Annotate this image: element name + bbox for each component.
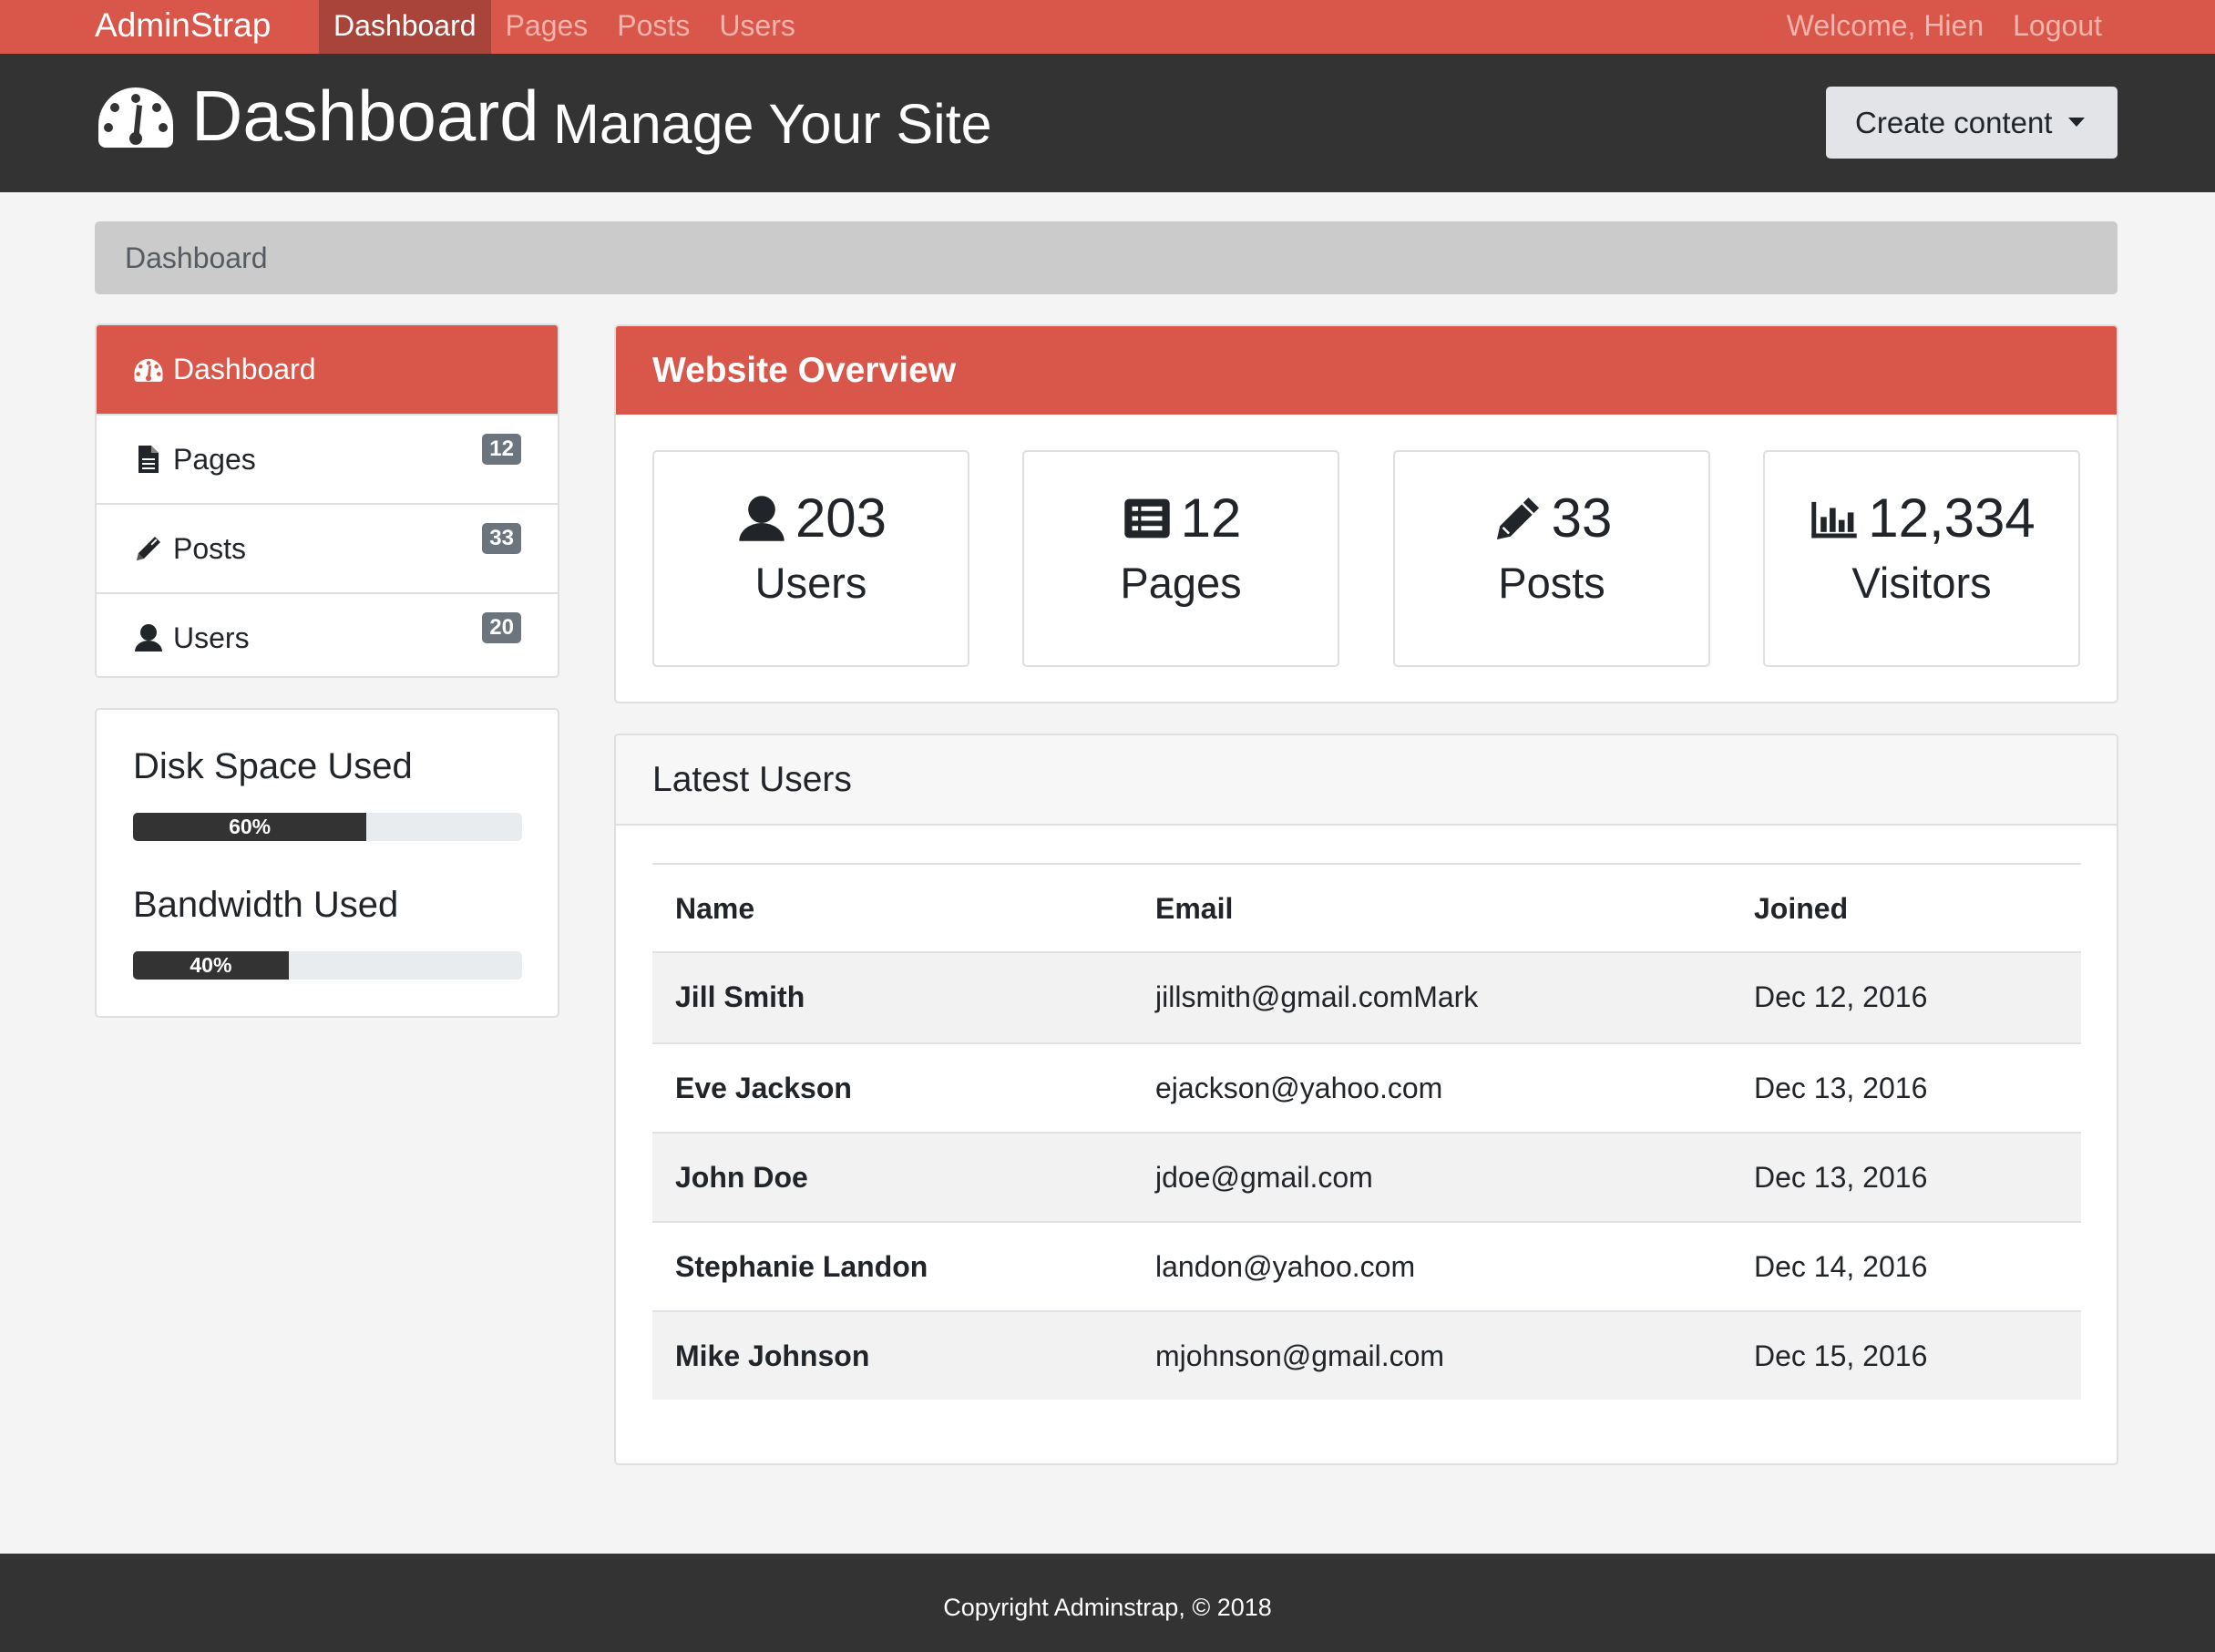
sidebar-menu: Dashboard Pages 12 Posts 33 Users 20 <box>95 323 559 678</box>
user-email-cell: jillsmith@gmail.comMark <box>1155 980 1479 1013</box>
sidebar-item-label: Pages <box>173 442 256 476</box>
sidebar-item-label: Posts <box>173 531 247 565</box>
table-row: Eve Jackson ejackson@yahoo.com Dec 13, 2… <box>652 1042 2081 1132</box>
website-overview-panel: Website Overview 203 Users 12 Pages 33 P… <box>614 324 2118 703</box>
sidebar-item-posts[interactable]: Posts 33 <box>97 503 558 592</box>
user-joined-cell: Dec 15, 2016 <box>1754 1339 1928 1372</box>
sidebar-item-label: Dashboard <box>173 353 316 385</box>
table-row: Stephanie Landon landon@yahoo.com Dec 14… <box>652 1221 2081 1310</box>
disk-space-progress: 60% <box>133 813 522 841</box>
copyright-text: Copyright Adminstrap, © 2018 <box>943 1594 1272 1621</box>
user-joined-cell: Dec 14, 2016 <box>1754 1250 1928 1283</box>
sidebar-item-label: Users <box>173 621 250 654</box>
stat-label: Pages <box>1120 559 1242 607</box>
main-nav: Dashboard Pages Posts Users <box>319 0 810 54</box>
stat-value: 33 <box>1551 487 1613 549</box>
stat-card-users: 203 Users <box>652 450 969 667</box>
table-header-row: Name Email Joined <box>652 863 2081 953</box>
count-badge: 20 <box>482 612 521 643</box>
chevron-down-icon <box>2068 118 2085 127</box>
panel-title: Latest Users <box>616 735 2117 826</box>
bandwidth-label: Bandwidth Used <box>133 885 399 925</box>
nav-link-posts[interactable]: Posts <box>602 0 704 54</box>
stat-label: Visitors <box>1851 559 1992 607</box>
stat-value: 203 <box>795 487 887 549</box>
logout-link[interactable]: Logout <box>1998 0 2117 54</box>
user-email-cell: ejackson@yahoo.com <box>1155 1072 1443 1104</box>
bandwidth-progress: 40% <box>133 951 522 980</box>
list-icon <box>1121 493 1174 544</box>
user-name-cell: Mike Johnson <box>675 1339 870 1372</box>
file-icon <box>133 444 164 475</box>
count-badge: 12 <box>482 434 521 465</box>
disk-space-label: Disk Space Used <box>133 746 413 786</box>
stat-value: 12,334 <box>1868 487 2036 549</box>
bandwidth-progress-fill: 40% <box>133 951 289 980</box>
top-navbar: AdminStrap Dashboard Pages Posts Users W… <box>0 0 2215 54</box>
nav-link-users[interactable]: Users <box>704 0 810 54</box>
latest-users-panel: Latest Users Name Email Joined Jill Smit… <box>614 734 2118 1465</box>
user-name-cell: Stephanie Landon <box>675 1250 928 1283</box>
table-row: John Doe jdoe@gmail.com Dec 13, 2016 <box>652 1132 2081 1221</box>
page-subtitle: Manage Your Site <box>553 93 992 155</box>
dashboard-gauge-icon <box>133 354 164 385</box>
stat-label: Users <box>754 559 867 607</box>
user-email-cell: landon@yahoo.com <box>1155 1250 1416 1283</box>
sidebar-item-users[interactable]: Users 20 <box>97 592 558 676</box>
breadcrumb-item-dashboard: Dashboard <box>125 241 268 274</box>
usage-card: Disk Space Used 60% Bandwidth Used 40% <box>95 708 559 1018</box>
table-row: Mike Johnson mjohnson@gmail.com Dec 15, … <box>652 1310 2081 1400</box>
nav-link-pages[interactable]: Pages <box>491 0 603 54</box>
stat-card-pages: 12 Pages <box>1022 450 1339 667</box>
disk-space-progress-fill: 60% <box>133 813 367 841</box>
page-header: Dashboard Manage Your Site Create conten… <box>0 54 2215 192</box>
user-joined-cell: Dec 12, 2016 <box>1754 980 1928 1013</box>
user-name-cell: Jill Smith <box>675 980 805 1013</box>
column-header-joined: Joined <box>1754 892 1849 925</box>
stat-card-posts: 33 Posts <box>1393 450 1710 667</box>
user-name-cell: John Doe <box>675 1161 808 1194</box>
panel-title: Website Overview <box>616 326 2117 415</box>
column-header-email: Email <box>1155 892 1234 925</box>
footer: Copyright Adminstrap, © 2018 <box>0 1554 2215 1652</box>
brand-logo[interactable]: AdminStrap <box>95 0 271 54</box>
user-icon <box>735 493 788 544</box>
user-icon <box>133 622 164 653</box>
user-nav: Welcome, Hien Logout <box>1772 0 2117 54</box>
sidebar-item-pages[interactable]: Pages 12 <box>97 414 558 503</box>
welcome-link[interactable]: Welcome, Hien <box>1772 0 1998 54</box>
pencil-icon <box>1492 493 1544 544</box>
create-content-dropdown[interactable]: Create content <box>1826 87 2118 159</box>
page-title: Dashboard <box>191 76 539 156</box>
breadcrumb: Dashboard <box>95 221 2118 294</box>
user-joined-cell: Dec 13, 2016 <box>1754 1072 1928 1104</box>
user-name-cell: Eve Jackson <box>675 1072 852 1104</box>
nav-link-dashboard[interactable]: Dashboard <box>319 0 491 54</box>
stat-card-visitors: 12,334 Visitors <box>1763 450 2080 667</box>
users-table: Name Email Joined Jill Smith jillsmith@g… <box>652 863 2081 1400</box>
count-badge: 33 <box>482 523 521 554</box>
stat-label: Posts <box>1498 559 1605 607</box>
pencil-icon <box>133 533 164 564</box>
sidebar-item-dashboard[interactable]: Dashboard <box>97 325 558 414</box>
dashboard-gauge-icon <box>95 84 177 149</box>
user-joined-cell: Dec 13, 2016 <box>1754 1161 1928 1194</box>
bar-chart-icon <box>1808 493 1861 544</box>
create-content-label: Create content <box>1855 105 2053 139</box>
user-email-cell: jdoe@gmail.com <box>1155 1161 1373 1194</box>
user-email-cell: mjohnson@gmail.com <box>1155 1339 1445 1372</box>
column-header-name: Name <box>675 892 755 925</box>
table-row: Jill Smith jillsmith@gmail.comMark Dec 1… <box>652 953 2081 1042</box>
stat-value: 12 <box>1180 487 1242 549</box>
